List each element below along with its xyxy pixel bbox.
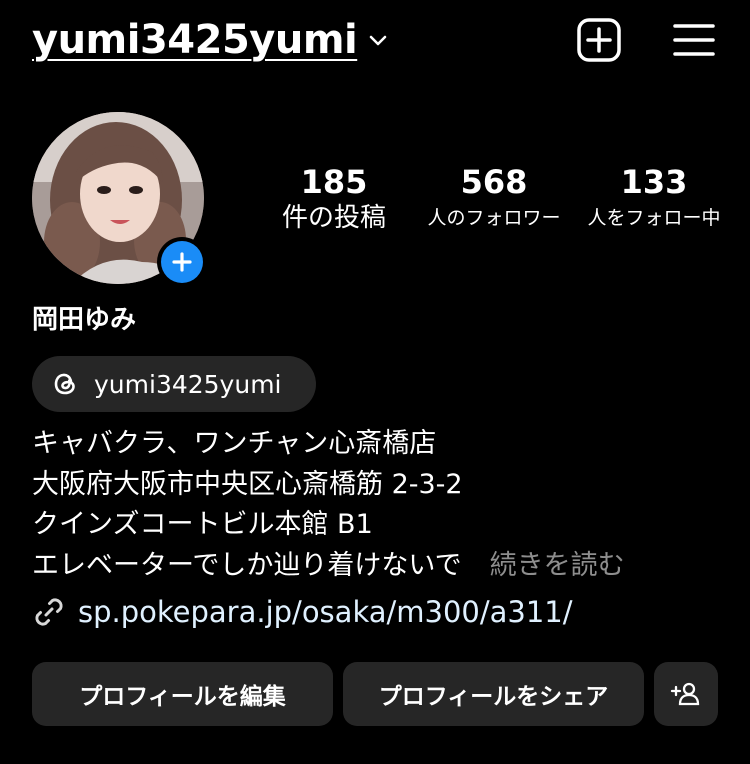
posts-count: 185 — [300, 163, 368, 201]
discover-people-button[interactable] — [654, 662, 718, 726]
username: yumi3425yumi — [32, 17, 358, 63]
threads-handle: yumi3425yumi — [94, 369, 282, 399]
new-post-button[interactable] — [575, 16, 623, 64]
bio-line: クインズコートビル本館 B1 — [32, 509, 373, 540]
chevron-down-icon — [369, 35, 387, 46]
add-story-button[interactable] — [157, 237, 207, 287]
link-icon — [35, 598, 63, 626]
bio: キャバクラ、ワンチャン心斎橋店 大阪府大阪市中央区心斎橋筋 2-3-2 クインズ… — [32, 424, 625, 586]
display-name: 岡田ゆみ — [32, 305, 137, 335]
add-person-icon — [670, 682, 700, 706]
bio-line: キャバクラ、ワンチャン心斎橋店 — [32, 428, 437, 459]
plus-icon — [172, 252, 192, 272]
posts-stat[interactable]: 185 件の投稿 — [270, 162, 398, 234]
followers-stat[interactable]: 568 人のフォロワー — [418, 162, 570, 234]
bio-line: エレベーターでしか辿り着けないで — [32, 549, 462, 581]
profile-link-text: sp.pokepara.jp/osaka/m300/a311/ — [78, 595, 573, 629]
account-switcher[interactable]: yumi3425yumi — [32, 14, 389, 66]
following-count: 133 — [620, 163, 688, 201]
following-stat[interactable]: 133 人をフォロー中 — [580, 162, 728, 234]
followers-count: 568 — [460, 163, 528, 201]
profile-link[interactable]: sp.pokepara.jp/osaka/m300/a311/ — [32, 595, 573, 629]
new-post-icon — [577, 18, 621, 62]
following-label: 人をフォロー中 — [587, 207, 721, 229]
threads-badge[interactable]: yumi3425yumi — [32, 356, 316, 412]
menu-icon — [673, 24, 715, 56]
read-more-link[interactable]: 続きを読む — [490, 550, 625, 581]
followers-label: 人のフォロワー — [427, 207, 561, 229]
bio-line: 大阪府大阪市中央区心斎橋筋 2-3-2 — [32, 468, 463, 500]
menu-button[interactable] — [670, 16, 718, 64]
posts-label: 件の投稿 — [281, 203, 386, 233]
share-profile-button[interactable]: プロフィールをシェア — [343, 662, 644, 726]
edit-profile-button[interactable]: プロフィールを編集 — [32, 662, 333, 726]
threads-icon — [54, 373, 75, 395]
